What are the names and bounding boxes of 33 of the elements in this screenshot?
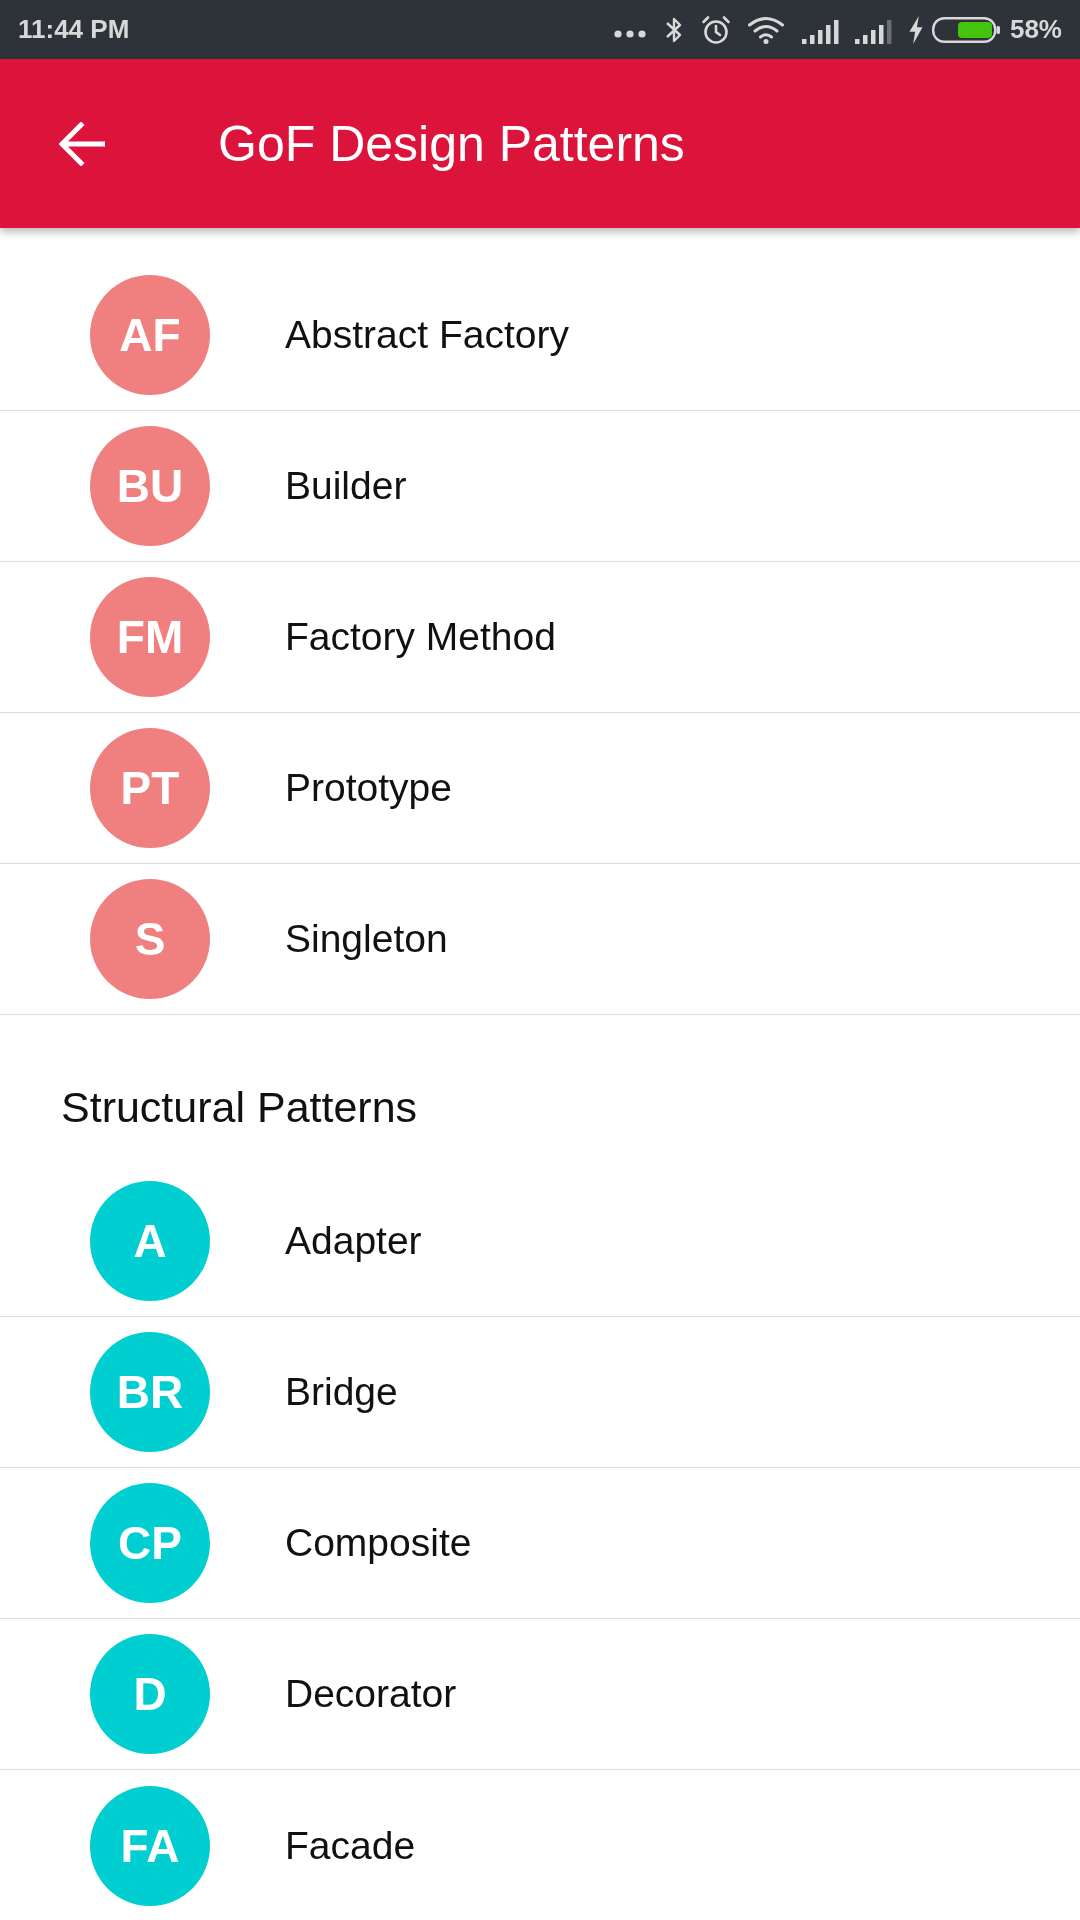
signal-icon [801, 19, 839, 44]
initials-avatar: PT [90, 728, 210, 848]
initials-avatar: S [90, 879, 210, 999]
pattern-name[interactable]: Adapter [285, 1219, 422, 1263]
app-bar-title: GoF Design Patterns [218, 114, 685, 173]
initials-avatar: AF [90, 275, 210, 395]
initials-avatar: BR [90, 1332, 210, 1452]
pattern-name[interactable]: Bridge [285, 1370, 398, 1414]
signal-icon [854, 19, 892, 44]
pattern-name[interactable]: Builder [285, 464, 407, 508]
pattern-name[interactable]: Abstract Factory [285, 313, 569, 357]
initials-avatar: FA [90, 1785, 210, 1906]
pattern-name[interactable]: Decorator [285, 1672, 457, 1716]
back-arrow-icon [59, 121, 105, 166]
initials-avatar: BU [90, 426, 210, 546]
initials-avatar: D [90, 1634, 210, 1754]
charging-bolt-icon [907, 15, 924, 44]
initials-avatar: A [90, 1181, 210, 1301]
initials-avatar: CP [90, 1483, 210, 1603]
pattern-name[interactable]: Facade [285, 1823, 416, 1868]
alarm-clock-icon [700, 14, 731, 45]
pattern-name[interactable]: Composite [285, 1521, 472, 1565]
wifi-icon [746, 15, 785, 44]
more-dots-icon [613, 29, 646, 38]
initials-avatar: FM [90, 577, 210, 697]
battery-percent: 58% [1009, 14, 1062, 45]
pattern-name[interactable]: Factory Method [285, 615, 556, 659]
pattern-name[interactable]: Prototype [285, 766, 452, 810]
back-button[interactable] [59, 121, 105, 166]
pattern-name[interactable]: Singleton [285, 917, 448, 961]
battery-icon [931, 16, 1000, 43]
section-header: Structural Patterns [60, 1082, 419, 1133]
status-time: 11:44 PM [18, 14, 130, 45]
